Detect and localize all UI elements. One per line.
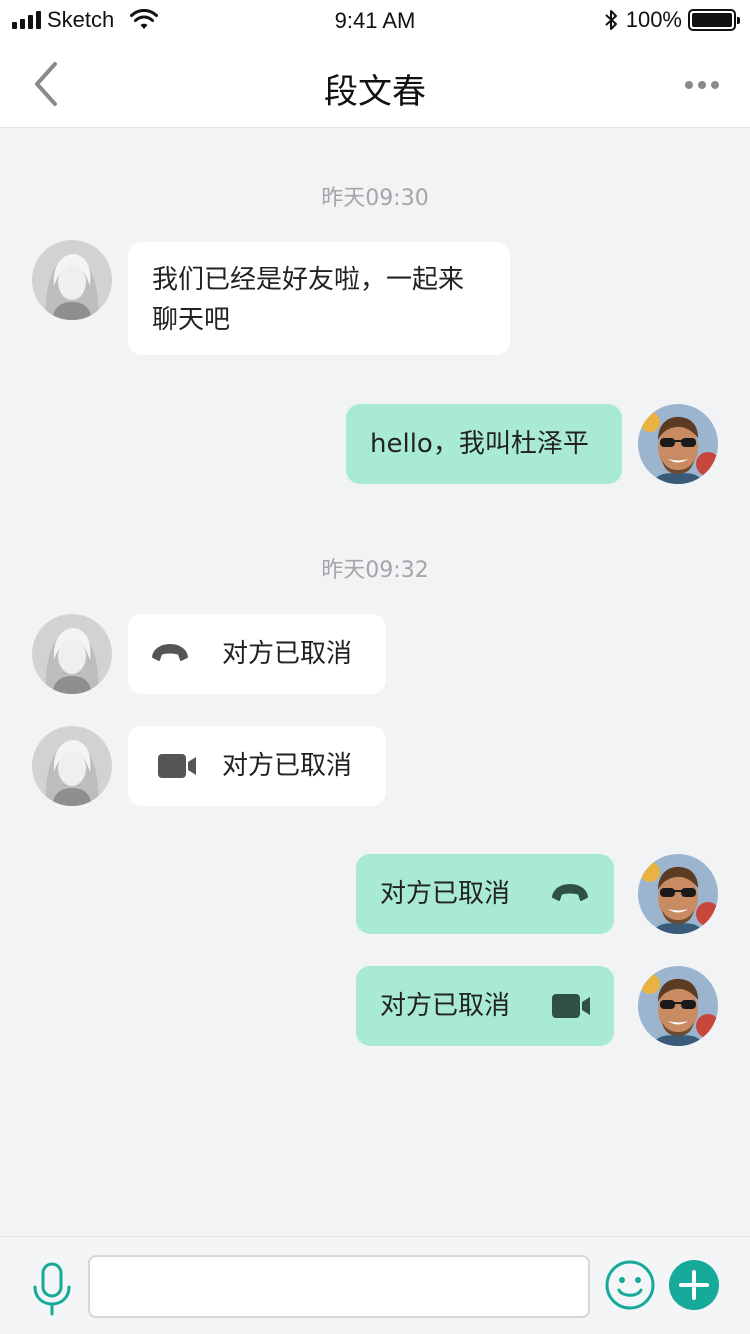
status-bar: Sketch 9:41 AM 100%: [0, 0, 750, 40]
timestamp: 昨天09:32: [321, 558, 429, 583]
more-actions-button[interactable]: [668, 1259, 720, 1311]
bluetooth-icon: [605, 10, 617, 30]
message-bubble-outgoing[interactable]: hello，我叫杜泽平: [346, 404, 622, 484]
chat-area[interactable]: 昨天09:30 我们已经是好友啦，一起来 聊天吧 hello，我叫杜泽平 昨天0…: [0, 128, 750, 1236]
call-status-text: 对方已取消: [222, 639, 353, 669]
my-avatar[interactable]: [638, 404, 718, 484]
video-camera-icon: [158, 754, 196, 778]
my-avatar[interactable]: [638, 854, 718, 934]
call-status-text: 对方已取消: [380, 879, 511, 909]
phone-hangup-icon: [552, 884, 588, 901]
message-text: 聊天吧: [152, 305, 231, 335]
my-avatar[interactable]: [638, 966, 718, 1046]
message-text: hello，我叫杜泽平: [370, 429, 589, 459]
voice-input-button[interactable]: [30, 1261, 74, 1317]
input-bar: [0, 1236, 750, 1334]
video-camera-icon: [552, 994, 590, 1018]
nav-bar: 段文春: [0, 40, 750, 128]
timestamp: 昨天09:30: [321, 186, 429, 211]
call-record-bubble[interactable]: 对方已取消: [356, 854, 614, 934]
call-record-bubble[interactable]: 对方已取消: [128, 726, 386, 806]
call-record-bubble[interactable]: 对方已取消: [128, 614, 386, 694]
call-status-text: 对方已取消: [222, 751, 353, 781]
contact-avatar[interactable]: [32, 726, 112, 806]
status-right: 100%: [604, 7, 740, 33]
contact-avatar[interactable]: [32, 240, 112, 320]
phone-hangup-icon: [152, 644, 188, 661]
smiley-icon: [605, 1260, 655, 1310]
contact-avatar[interactable]: [32, 614, 112, 694]
battery-percent: 100%: [625, 7, 682, 32]
message-bubble-incoming[interactable]: 我们已经是好友啦，一起来 聊天吧: [128, 242, 510, 355]
call-status-text: 对方已取消: [380, 991, 511, 1021]
message-text: 我们已经是好友啦，一起来: [152, 265, 465, 295]
call-record-bubble[interactable]: 对方已取消: [356, 966, 614, 1046]
more-icon: [685, 81, 693, 89]
plus-circle-icon: [669, 1260, 719, 1310]
microphone-icon: [33, 1262, 71, 1316]
battery-icon: [688, 9, 740, 31]
message-input[interactable]: [88, 1255, 590, 1318]
more-button[interactable]: [678, 70, 726, 100]
emoji-button[interactable]: [604, 1259, 656, 1311]
page-title: 段文春: [324, 72, 426, 112]
